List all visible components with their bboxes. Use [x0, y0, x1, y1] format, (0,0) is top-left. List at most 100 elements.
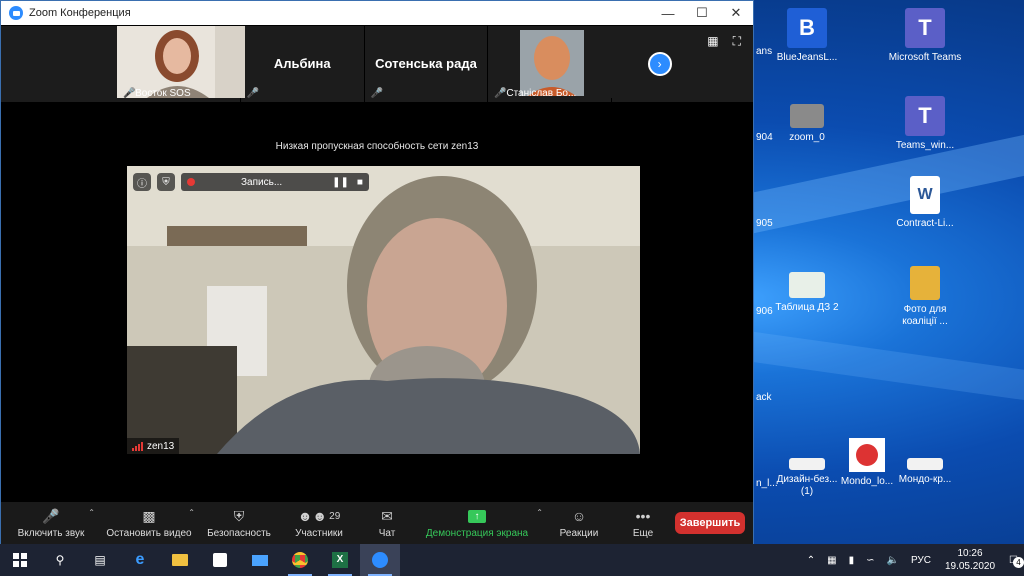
- edge-browser-icon[interactable]: e: [120, 544, 160, 576]
- teams-icon: T: [905, 96, 945, 136]
- notification-count: 4: [1013, 556, 1024, 568]
- maximize-button[interactable]: ☐: [685, 1, 719, 25]
- mondo-logo-icon: [849, 438, 885, 472]
- desktop-icon-table[interactable]: Таблица ДЗ 2: [770, 272, 844, 314]
- close-button[interactable]: ✕: [719, 1, 753, 25]
- search-icon[interactable]: ⚲: [40, 544, 80, 576]
- store-icon[interactable]: [200, 544, 240, 576]
- desktop-edge-label: ans: [756, 46, 773, 57]
- recording-label: Запись...: [241, 176, 283, 188]
- zoom-taskbar-icon[interactable]: [360, 544, 400, 576]
- notification-center-icon[interactable]: ☐4: [1003, 555, 1024, 568]
- chevron-up-icon[interactable]: ⌃: [801, 555, 821, 566]
- desktop-icon-label: Microsoft Teams: [888, 52, 962, 63]
- signal-strength-icon: [132, 441, 143, 451]
- chat-button[interactable]: ✉ Чат: [357, 502, 417, 544]
- desktop-icon-label: Teams_win...: [895, 140, 955, 151]
- info-icon[interactable]: ⓘ: [133, 173, 151, 191]
- network-share-icon[interactable]: ▦: [821, 555, 842, 566]
- participant-strip: 🎤 Восток SOS Альбина 🎤 Сотенська рада 🎤 …: [1, 26, 753, 102]
- desktop-icon-bluejeans[interactable]: B BlueJeansL...: [770, 8, 844, 64]
- excel-icon[interactable]: X: [320, 544, 360, 576]
- share-screen-button[interactable]: ↑ Демонстрация экрана ⌃: [417, 502, 543, 544]
- toolbar-label: Реакции: [559, 528, 599, 539]
- gallery-view-icon[interactable]: ▦: [707, 34, 718, 102]
- end-meeting-button[interactable]: Завершить: [675, 512, 745, 534]
- muted-mic-icon: 🎤: [246, 88, 260, 99]
- bandwidth-notice: Низкая пропускная способность сети zen13: [275, 141, 479, 152]
- participants-count: 29: [329, 510, 341, 522]
- battery-icon[interactable]: ▮: [843, 555, 861, 566]
- task-view-icon[interactable]: ▤: [80, 544, 120, 576]
- desktop-icon-teams[interactable]: T Microsoft Teams: [888, 8, 962, 64]
- desktop-icon-contract[interactable]: W Contract-Li...: [888, 176, 962, 230]
- minimize-button[interactable]: —: [651, 1, 685, 25]
- shield-icon[interactable]: ⛨: [157, 173, 175, 191]
- clock-time: 10:26: [957, 548, 983, 559]
- reactions-button[interactable]: ☺ Реакции: [537, 502, 621, 544]
- file-explorer-icon[interactable]: [160, 544, 200, 576]
- fullscreen-icon[interactable]: ⛶: [733, 34, 741, 102]
- title-bar: Zoom Конференция — ☐ ✕: [1, 1, 753, 25]
- strip-nav: ›: [612, 26, 707, 102]
- muted-mic-icon: 🎤: [42, 507, 60, 524]
- security-button[interactable]: ⛨ Безопасность: [197, 502, 281, 544]
- image-file-icon: [790, 104, 824, 128]
- video-button[interactable]: ▩ Остановить видео ⌃: [101, 502, 197, 544]
- desktop-edge-label: n_l...: [756, 478, 778, 489]
- muted-mic-icon: 🎤: [123, 88, 136, 99]
- strip-spacer: [1, 26, 117, 102]
- wifi-icon[interactable]: ∽: [860, 555, 880, 566]
- image-file-icon: [789, 458, 825, 470]
- desktop-icon-mondo-kr[interactable]: Мондо-кр...: [888, 458, 962, 486]
- desktop-icon-zoom0[interactable]: zoom_0: [770, 104, 844, 144]
- desktop-icon-teams-win[interactable]: T Teams_win...: [888, 96, 962, 152]
- more-button[interactable]: ••• Еще: [621, 502, 665, 544]
- record-dot-icon: [187, 178, 195, 186]
- volume-icon[interactable]: 🔈: [880, 555, 904, 566]
- desktop-icon-label: Фото для коаліції ...: [902, 304, 948, 327]
- desktop-icon-photo-folder[interactable]: Фото для коаліції ...: [888, 266, 962, 328]
- zoom-app-icon: [9, 6, 23, 20]
- desktop-icon-label: zoom_0: [789, 132, 825, 143]
- muted-mic-icon: 🎤: [494, 88, 507, 99]
- recording-bar: ⓘ ⛨ Запись... ❚❚ ■: [133, 172, 369, 192]
- window-title: Zoom Конференция: [29, 7, 131, 19]
- folder-icon: [910, 266, 940, 300]
- desktop-edge-label: 904: [756, 132, 773, 143]
- desktop-icon-label: Contract-Li...: [896, 218, 954, 229]
- desktop-icon-label: Мондо-кр...: [898, 474, 952, 485]
- speaker-video-frame: [127, 166, 640, 454]
- video-camera-icon: ▩: [142, 507, 156, 524]
- unmute-button[interactable]: 🎤 Включить звук ⌃: [1, 502, 101, 544]
- toolbar-label: Включить звук: [17, 528, 85, 539]
- toolbar-label: Демонстрация экрана: [425, 528, 529, 539]
- participant-tile[interactable]: 🎤 Станіслав Бо...: [488, 26, 617, 102]
- pause-recording-icon[interactable]: ❚❚: [332, 177, 349, 188]
- participant-tile[interactable]: 🎤 Восток SOS: [117, 26, 246, 102]
- chat-icon: ✉: [381, 507, 393, 524]
- chevron-up-icon[interactable]: ⌃: [188, 508, 195, 517]
- desktop-edge-label: 905: [756, 218, 773, 229]
- toolbar-label: Остановить видео: [106, 528, 192, 539]
- stop-recording-icon[interactable]: ■: [357, 177, 363, 188]
- language-indicator[interactable]: РУС: [905, 555, 937, 566]
- recording-indicator: Запись... ❚❚ ■: [181, 173, 369, 191]
- participant-tile[interactable]: Сотенська рада 🎤: [365, 26, 489, 102]
- participant-name: Станіслав Бо...: [506, 88, 577, 99]
- more-dots-icon: •••: [635, 508, 651, 524]
- image-file-icon: [907, 458, 943, 470]
- participants-button[interactable]: ☻☻ 29 Участники: [281, 502, 357, 544]
- speaker-name: zen13: [147, 440, 175, 452]
- start-button[interactable]: [0, 544, 40, 576]
- participant-tile[interactable]: Альбина 🎤: [241, 26, 365, 102]
- mail-icon[interactable]: [240, 544, 280, 576]
- clock[interactable]: 10:26 19.05.2020: [937, 547, 1003, 573]
- desktop-edge-label: 906: [756, 306, 773, 317]
- chrome-icon[interactable]: [280, 544, 320, 576]
- chevron-up-icon[interactable]: ⌃: [88, 508, 95, 517]
- next-page-button[interactable]: ›: [647, 52, 672, 76]
- view-controls: ▦ ⛶: [707, 26, 753, 102]
- participant-name: Восток SOS: [135, 88, 191, 99]
- emoji-icon: ☺: [571, 508, 587, 524]
